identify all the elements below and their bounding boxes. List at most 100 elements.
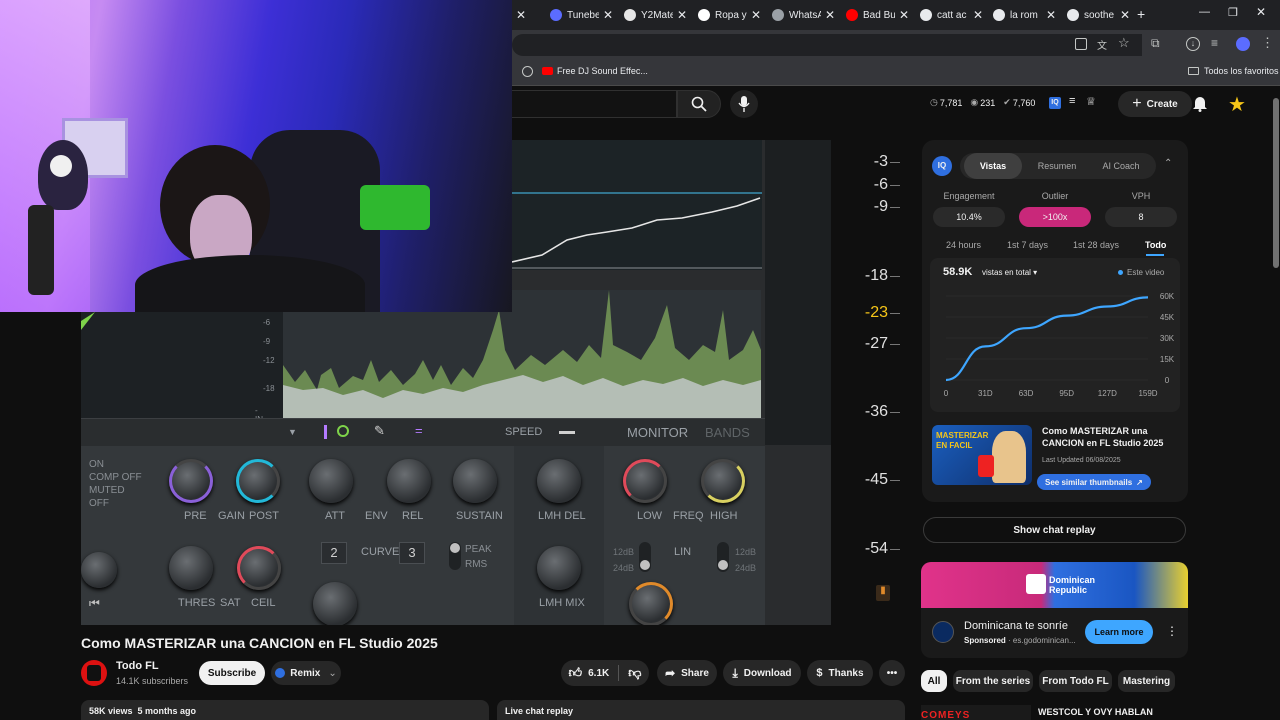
iq-icon[interactable]: IQ xyxy=(1049,97,1061,109)
monitor-tab[interactable]: MONITOR xyxy=(627,425,688,440)
page-scrollbar[interactable] xyxy=(1272,86,1280,720)
extensions-icon[interactable]: ⧉ xyxy=(1151,36,1160,51)
bookmark-globe-icon[interactable] xyxy=(522,66,533,77)
channel-avatar[interactable] xyxy=(81,660,107,686)
sustain-knob[interactable] xyxy=(453,459,497,503)
range-option[interactable]: 24 hours xyxy=(946,240,981,250)
bookmark-star-icon[interactable]: ☆ xyxy=(1118,35,1130,51)
mode-line[interactable]: ON xyxy=(89,458,142,471)
peak-rms-toggle[interactable] xyxy=(449,542,461,570)
profile-icon[interactable] xyxy=(1236,37,1250,51)
browser-tab[interactable]: la rom ✕ xyxy=(993,4,1056,26)
tab-partial[interactable]: ✕ xyxy=(512,4,526,26)
close-tab-icon[interactable]: ✕ xyxy=(1120,8,1130,22)
channel-name[interactable]: Todo FL xyxy=(116,660,159,672)
curve-knob[interactable] xyxy=(313,582,357,625)
high-slope-toggle[interactable] xyxy=(717,542,729,572)
address-bar[interactable] xyxy=(512,34,1142,56)
star-badge-icon[interactable]: ★ xyxy=(1228,92,1246,117)
low-knob[interactable] xyxy=(623,459,667,503)
speed-slider[interactable] xyxy=(559,431,575,434)
iq-tab[interactable]: Resumen xyxy=(1028,153,1086,179)
marker-icon[interactable] xyxy=(324,425,327,439)
mode-line[interactable]: COMP OFF xyxy=(89,471,142,484)
collapse-chevron-icon[interactable]: ⌃ xyxy=(1164,158,1172,169)
views-dropdown[interactable]: vistas en total ▾ xyxy=(982,268,1037,277)
remix-button[interactable]: Remix ⌄ xyxy=(271,661,341,685)
browser-tab[interactable]: soothe ✕ xyxy=(1067,4,1130,26)
gain-knob[interactable] xyxy=(236,459,280,503)
subscribe-button[interactable]: Subscribe xyxy=(199,661,265,685)
ad-card[interactable]: Dominican Republic Dominicana te sonríe … xyxy=(921,562,1188,658)
browser-tab[interactable]: Tunebe ✕ xyxy=(550,4,613,26)
skip-icon[interactable]: ⏮ xyxy=(89,596,100,611)
translate-icon[interactable]: 文 xyxy=(1097,37,1107,52)
side-knob[interactable] xyxy=(81,552,117,588)
browser-tab[interactable]: Bad Bu ✕ xyxy=(846,4,909,26)
description-box[interactable]: 58K views 5 months ago xyxy=(81,700,489,720)
equals-icon[interactable]: = xyxy=(415,423,423,438)
more-actions-button[interactable]: ••• xyxy=(879,660,905,686)
range-option[interactable]: 1st 28 days xyxy=(1073,240,1119,250)
ceil-knob[interactable] xyxy=(237,546,281,590)
bookmark-item[interactable]: Free DJ Sound Effec... xyxy=(542,66,648,76)
cast-icon[interactable] xyxy=(1075,38,1087,50)
close-tab-icon[interactable]: ✕ xyxy=(677,8,687,22)
show-chat-replay-button[interactable]: Show chat replay xyxy=(923,517,1186,543)
thres-knob[interactable] xyxy=(169,546,213,590)
restore-icon[interactable]: ❐ xyxy=(1228,6,1238,19)
live-chat-box[interactable]: Live chat replay xyxy=(497,700,905,720)
iq-tab[interactable]: AI Coach xyxy=(1092,153,1150,179)
browser-tab[interactable]: Ropa y ✕ xyxy=(698,4,761,26)
next-video-thumbnail[interactable]: COMEYS xyxy=(921,705,1031,720)
pre-knob[interactable] xyxy=(169,459,213,503)
search-button[interactable] xyxy=(677,90,721,118)
iq-tab[interactable]: Vistas xyxy=(964,153,1022,179)
learn-more-button[interactable]: Learn more xyxy=(1085,620,1153,644)
like-button[interactable]: 👍︎ 6.1K xyxy=(569,665,610,681)
close-tab-icon[interactable]: ✕ xyxy=(973,8,983,22)
download-icon[interactable]: ↓ xyxy=(1186,37,1200,51)
low-slope-toggle[interactable] xyxy=(639,542,651,572)
thanks-button[interactable]: $ Thanks xyxy=(807,660,873,686)
all-bookmarks[interactable]: Todos los favoritos xyxy=(1188,66,1279,76)
att-knob[interactable] xyxy=(309,459,353,503)
mode-line[interactable]: OFF xyxy=(89,497,142,510)
curve-right-value[interactable]: 3 xyxy=(399,542,425,564)
trophy-icon[interactable]: ♕ xyxy=(1086,95,1096,108)
range-option[interactable]: Todo xyxy=(1145,240,1166,250)
share-button[interactable]: ➦ Share xyxy=(657,660,717,686)
scrollbar-thumb[interactable] xyxy=(1273,98,1279,268)
next-video-title[interactable]: WESTCOL Y OVY HABLAN xyxy=(1038,707,1153,717)
record-icon[interactable] xyxy=(337,425,349,437)
close-tab-icon[interactable]: ✕ xyxy=(516,8,526,22)
curve-left-value[interactable]: 2 xyxy=(321,542,347,564)
voice-search-button[interactable] xyxy=(730,90,758,118)
similar-thumbnails-button[interactable]: See similar thumbnails ↗ xyxy=(1037,474,1151,490)
notifications-button[interactable] xyxy=(1192,94,1208,112)
browser-tab[interactable]: catt ac ✕ xyxy=(920,4,983,26)
video-thumbnail[interactable]: MASTERIZAR EN FACIL xyxy=(932,425,1032,485)
filter-chip[interactable]: From Todo FL xyxy=(1039,670,1112,692)
pencil-icon[interactable]: ✎ xyxy=(374,423,385,439)
menu-kebab-icon[interactable]: ⋮ xyxy=(1261,35,1274,51)
filter-chip[interactable]: From the series xyxy=(953,670,1033,692)
create-button[interactable]: + Create xyxy=(1118,91,1192,117)
close-tab-icon[interactable]: ✕ xyxy=(825,8,835,22)
filter-chip[interactable]: All xyxy=(921,670,947,692)
thumbs-down-icon[interactable]: 👎︎ xyxy=(628,665,641,681)
high-knob[interactable] xyxy=(701,459,745,503)
mode-line[interactable]: MUTED xyxy=(89,484,142,497)
new-tab-icon[interactable]: + xyxy=(1137,6,1145,22)
download-button[interactable]: ⤓ Download xyxy=(723,660,801,686)
bands-tab[interactable]: BANDS xyxy=(705,425,750,440)
close-tab-icon[interactable]: ✕ xyxy=(603,8,613,22)
close-window-icon[interactable]: ✕ xyxy=(1256,5,1266,19)
lmh-del-knob[interactable] xyxy=(537,459,581,503)
list-icon[interactable]: ≡ xyxy=(1069,95,1075,107)
browser-tab[interactable]: Y2Mate ✕ xyxy=(624,4,687,26)
range-option[interactable]: 1st 7 days xyxy=(1007,240,1048,250)
dropdown-arrow-icon[interactable]: ▼ xyxy=(288,427,297,437)
search-input[interactable] xyxy=(512,90,677,118)
filter-chip[interactable]: Mastering xyxy=(1118,670,1175,692)
